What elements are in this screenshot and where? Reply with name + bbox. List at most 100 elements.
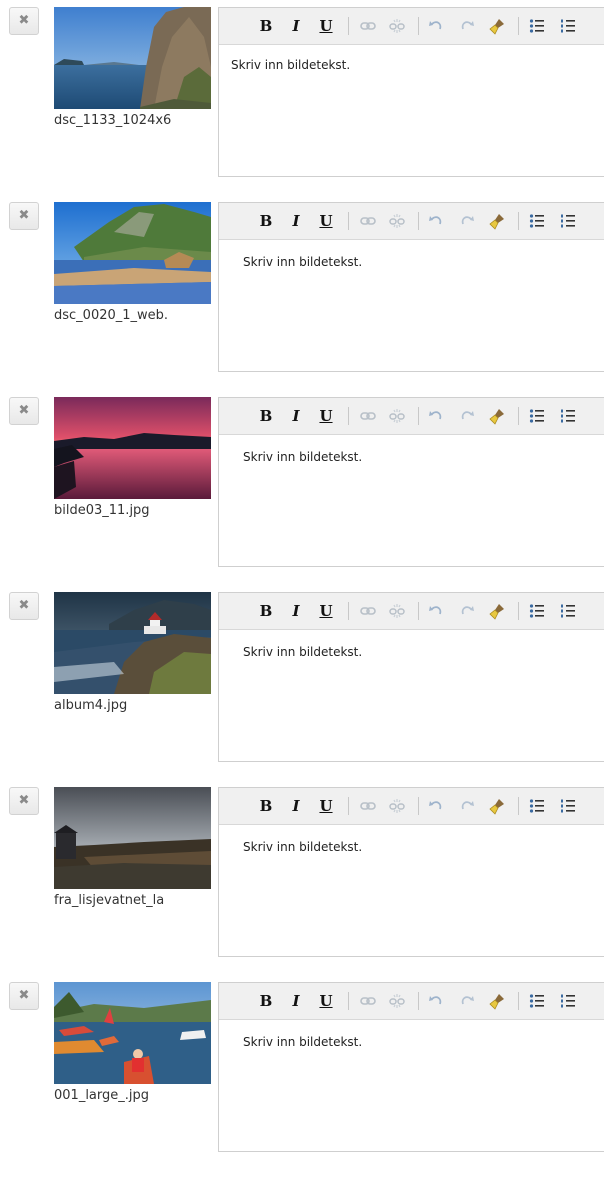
clean-format-icon[interactable]: [487, 211, 509, 231]
editor-toolbar: BIU: [219, 203, 604, 240]
image-filename: bilde03_11.jpg: [54, 503, 150, 518]
link-icon[interactable]: [357, 406, 379, 426]
toolbar-separator: [348, 992, 349, 1010]
numbered-list-icon[interactable]: [557, 601, 579, 621]
bold-icon[interactable]: B: [255, 16, 277, 36]
caption-editor[interactable]: B I U Skriv inn bildetekst.: [218, 7, 604, 177]
bullet-list-icon[interactable]: [526, 991, 548, 1011]
underline-icon[interactable]: U: [315, 796, 337, 816]
toolbar-separator: [418, 797, 419, 815]
bold-icon[interactable]: B: [255, 211, 277, 231]
caption-editor[interactable]: B I U Skriv inn bildetekst.: [218, 397, 604, 567]
bullet-list-icon[interactable]: [526, 601, 548, 621]
remove-image-button[interactable]: ✖: [9, 982, 39, 1010]
underline-icon[interactable]: U: [315, 991, 337, 1011]
underline-icon[interactable]: U: [315, 16, 337, 36]
link-icon[interactable]: [357, 991, 379, 1011]
image-thumbnail[interactable]: [54, 7, 211, 109]
caption-text[interactable]: Skriv inn bildetekst.: [243, 645, 362, 659]
link-icon[interactable]: [357, 211, 379, 231]
caption-editor[interactable]: B I U Skriv inn bildetekst.: [218, 592, 604, 762]
image-thumbnail[interactable]: [54, 592, 211, 694]
bullet-list-icon[interactable]: [526, 796, 548, 816]
caption-text[interactable]: Skriv inn bildetekst.: [243, 1035, 362, 1049]
caption-text[interactable]: Skriv inn bildetekst.: [243, 840, 362, 854]
undo-icon[interactable]: [425, 601, 447, 621]
numbered-list-icon[interactable]: [557, 211, 579, 231]
bold-icon[interactable]: B: [255, 406, 277, 426]
italic-icon[interactable]: I: [285, 211, 307, 231]
image-filename: fra_lisjevatnet_la: [54, 893, 165, 908]
remove-image-button[interactable]: ✖: [9, 202, 39, 230]
undo-icon[interactable]: [425, 991, 447, 1011]
bullet-list-icon[interactable]: [526, 16, 548, 36]
italic-icon[interactable]: I: [285, 991, 307, 1011]
underline-icon[interactable]: U: [315, 211, 337, 231]
underline-icon[interactable]: U: [315, 406, 337, 426]
caption-text[interactable]: Skriv inn bildetekst.: [243, 255, 362, 269]
underline-icon[interactable]: U: [315, 601, 337, 621]
unlink-icon[interactable]: [386, 796, 408, 816]
toolbar-separator: [518, 212, 519, 230]
bold-icon[interactable]: B: [255, 991, 277, 1011]
numbered-list-icon[interactable]: [557, 406, 579, 426]
unlink-icon[interactable]: [386, 601, 408, 621]
caption-editor[interactable]: B I U Skriv inn bildetekst.: [218, 982, 604, 1152]
redo-icon[interactable]: [456, 796, 478, 816]
unlink-icon[interactable]: [386, 211, 408, 231]
bullet-list-icon[interactable]: [526, 406, 548, 426]
undo-icon[interactable]: [425, 211, 447, 231]
italic-icon[interactable]: I: [285, 601, 307, 621]
caption-text[interactable]: Skriv inn bildetekst.: [243, 450, 362, 464]
editor-toolbar: BIU: [219, 8, 604, 45]
redo-icon[interactable]: [456, 211, 478, 231]
undo-icon[interactable]: [425, 406, 447, 426]
link-icon[interactable]: [357, 796, 379, 816]
clean-format-icon[interactable]: [487, 16, 509, 36]
clean-format-icon[interactable]: [487, 406, 509, 426]
remove-image-button[interactable]: ✖: [9, 787, 39, 815]
remove-image-button[interactable]: ✖: [9, 592, 39, 620]
redo-icon[interactable]: [456, 16, 478, 36]
bullet-list-icon[interactable]: [526, 211, 548, 231]
italic-icon[interactable]: I: [285, 16, 307, 36]
remove-image-button[interactable]: ✖: [9, 397, 39, 425]
undo-icon[interactable]: [425, 796, 447, 816]
toolbar-separator: [518, 407, 519, 425]
redo-icon[interactable]: [456, 406, 478, 426]
caption-editor[interactable]: B I U Skriv inn bildetekst.: [218, 787, 604, 957]
redo-icon[interactable]: [456, 991, 478, 1011]
clean-format-icon[interactable]: [487, 796, 509, 816]
image-thumbnail[interactable]: [54, 982, 211, 1084]
clean-format-icon[interactable]: [487, 601, 509, 621]
link-icon[interactable]: [357, 601, 379, 621]
numbered-list-icon[interactable]: [557, 16, 579, 36]
clean-format-icon[interactable]: [487, 991, 509, 1011]
toolbar-separator: [348, 602, 349, 620]
unlink-icon[interactable]: [386, 406, 408, 426]
italic-icon[interactable]: I: [285, 796, 307, 816]
bold-icon[interactable]: B: [255, 601, 277, 621]
image-filename: dsc_0020_1_web.: [54, 308, 169, 323]
bold-icon[interactable]: B: [255, 796, 277, 816]
image-thumbnail[interactable]: [54, 202, 211, 304]
numbered-list-icon[interactable]: [557, 796, 579, 816]
link-icon[interactable]: [357, 16, 379, 36]
italic-icon[interactable]: I: [285, 406, 307, 426]
toolbar-separator: [518, 797, 519, 815]
image-row: ✖ dsc_0020_1_web. B I U Skriv inn bildetekst.: [0, 202, 604, 397]
image-thumbnail[interactable]: [54, 397, 211, 499]
unlink-icon[interactable]: [386, 16, 408, 36]
image-row: ✖ dsc_1133_1024x6 B I U Skriv inn bildetekst.: [0, 7, 604, 202]
numbered-list-icon[interactable]: [557, 991, 579, 1011]
caption-text[interactable]: Skriv inn bildetekst.: [231, 58, 350, 72]
image-filename: dsc_1133_1024x6: [54, 113, 172, 128]
image-row: ✖ album4.jpg B I U Skriv inn bildetekst.: [0, 592, 604, 787]
caption-editor[interactable]: B I U Skriv inn bildetekst.: [218, 202, 604, 372]
unlink-icon[interactable]: [386, 991, 408, 1011]
redo-icon[interactable]: [456, 601, 478, 621]
remove-image-button[interactable]: ✖: [9, 7, 39, 35]
editor-toolbar: BIU: [219, 983, 604, 1020]
image-thumbnail[interactable]: [54, 787, 211, 889]
undo-icon[interactable]: [425, 16, 447, 36]
